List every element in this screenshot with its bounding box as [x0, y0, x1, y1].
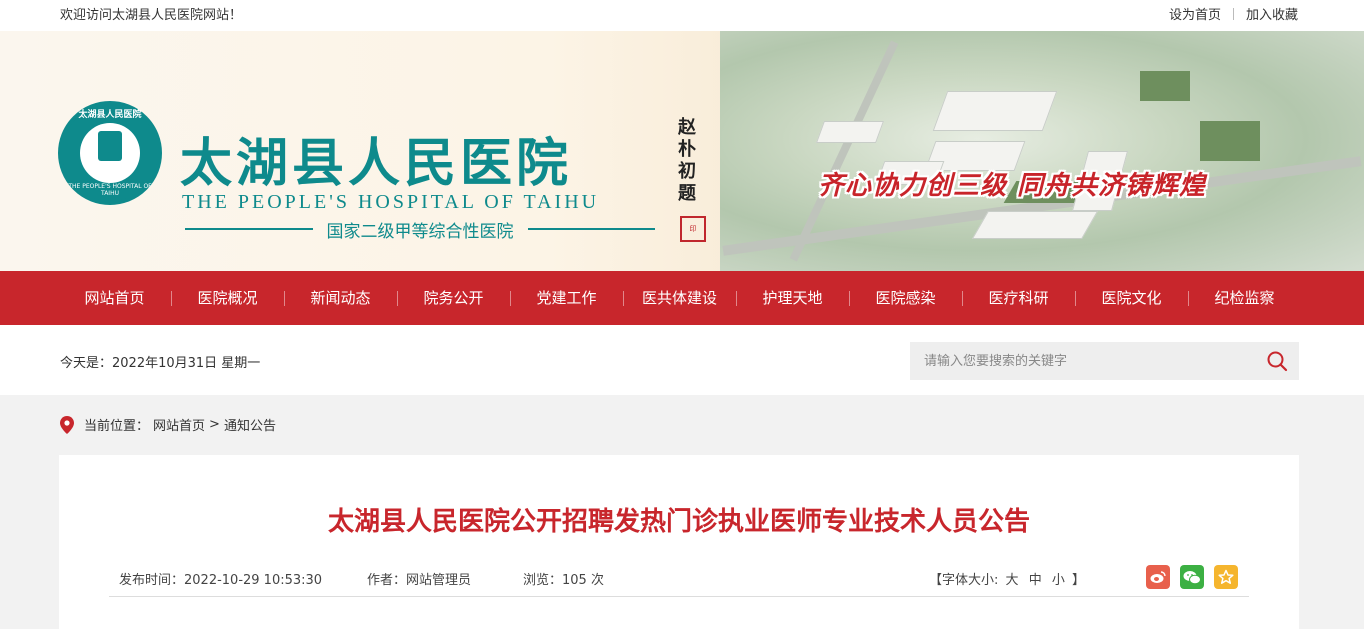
breadcrumb: 当前位置： 网站首页 > 通知公告 — [60, 415, 276, 434]
hospital-logo[interactable]: 太湖县人民医院 THE PEOPLE'S HOSPITAL OF TAIHU — [58, 101, 162, 205]
nav-item-overview[interactable]: 医院概况 — [171, 271, 284, 325]
add-favorite-link[interactable]: 加入收藏 — [1246, 4, 1298, 23]
font-size-medium[interactable]: 中 — [1029, 573, 1042, 588]
breadcrumb-label: 当前位置： — [84, 419, 150, 434]
nav-item-news[interactable]: 新闻动态 — [284, 271, 397, 325]
breadcrumb-home[interactable]: 网站首页 — [153, 415, 205, 434]
seal-stamp-icon: 印 — [680, 216, 706, 242]
star-icon — [1218, 569, 1234, 584]
content-area: 当前位置： 网站首页 > 通知公告 太湖县人民医院公开招聘发热门诊执业医师专业技… — [0, 395, 1364, 629]
logo-ring-text: 太湖县人民医院 — [78, 110, 142, 120]
publish-time: 发布时间：2022-10-29 10:53:30 — [119, 573, 323, 588]
font-size-control: 【字体大小: 大 中 小 】 — [929, 569, 1085, 588]
calligraphy-inscription: 赵朴初题 — [678, 117, 696, 204]
medical-cross-icon — [98, 131, 122, 161]
main-nav: 网站首页 医院概况 新闻动态 院务公开 党建工作 医共体建设 护理天地 医院感染… — [0, 271, 1364, 325]
breadcrumb-sep: > — [209, 417, 220, 432]
info-bar: 今天是：2022年10月31日 星期一 — [0, 325, 1364, 395]
font-size-small[interactable]: 小 — [1052, 573, 1065, 588]
header-banner: 太湖县人民医院 THE PEOPLE'S HOSPITAL OF TAIHU 太… — [0, 31, 1364, 271]
nav-item-discipline[interactable]: 纪检监察 — [1188, 271, 1301, 325]
nav-item-home[interactable]: 网站首页 — [58, 271, 171, 325]
wechat-icon — [1183, 570, 1201, 584]
hospital-aerial-image — [720, 31, 1364, 271]
divider — [527, 228, 655, 230]
top-links: 设为首页 加入收藏 — [1169, 4, 1298, 23]
search-icon — [1267, 351, 1288, 372]
current-date: 今天是：2022年10月31日 星期一 — [60, 356, 261, 371]
divider — [1232, 7, 1234, 20]
hospital-name-cn: 太湖县人民医院 — [180, 133, 573, 194]
article-meta: 发布时间：2022-10-29 10:53:30 作者：网站管理员 浏览：105… — [109, 557, 1249, 597]
set-home-link[interactable]: 设为首页 — [1169, 4, 1221, 23]
favorite-button[interactable] — [1214, 565, 1238, 589]
nav-item-infection[interactable]: 医院感染 — [849, 271, 962, 325]
nav-item-culture[interactable]: 医院文化 — [1075, 271, 1188, 325]
nav-item-community[interactable]: 医共体建设 — [623, 271, 736, 325]
share-wechat-button[interactable] — [1180, 565, 1204, 589]
nav-item-affairs[interactable]: 院务公开 — [397, 271, 510, 325]
top-bar: 欢迎访问太湖县人民医院网站！ 设为首页 加入收藏 — [0, 0, 1364, 31]
nav-item-research[interactable]: 医疗科研 — [962, 271, 1075, 325]
search-box — [910, 342, 1299, 380]
share-weibo-button[interactable] — [1146, 565, 1170, 589]
divider — [185, 228, 313, 230]
breadcrumb-current[interactable]: 通知公告 — [224, 415, 276, 434]
font-size-large[interactable]: 大 — [1006, 573, 1019, 588]
hospital-level: 国家二级甲等综合性医院 — [185, 217, 655, 242]
font-size-label: 【字体大小: — [929, 573, 999, 588]
article-title: 太湖县人民医院公开招聘发热门诊执业医师专业技术人员公告 — [327, 507, 1030, 537]
nav-item-nursing[interactable]: 护理天地 — [736, 271, 849, 325]
logo-ring-en: THE PEOPLE'S HOSPITAL OF TAIHU — [68, 183, 152, 197]
font-size-end: 】 — [1072, 573, 1086, 588]
author: 作者：网站管理员 — [367, 573, 472, 588]
search-input[interactable] — [910, 342, 1250, 380]
search-button[interactable] — [1255, 342, 1299, 380]
nav-item-party[interactable]: 党建工作 — [510, 271, 623, 325]
hospital-name-en: THE PEOPLE'S HOSPITAL OF TAIHU — [182, 191, 600, 213]
slogan: 齐心协力创三级 同舟共济铸辉煌 — [818, 171, 1207, 201]
hospital-level-text: 国家二级甲等综合性医院 — [326, 221, 514, 242]
welcome-text: 欢迎访问太湖县人民医院网站！ — [60, 8, 243, 23]
view-count: 浏览：105 次 — [523, 573, 604, 588]
weibo-icon — [1150, 571, 1166, 583]
location-pin-icon — [60, 415, 74, 434]
article-panel: 太湖县人民医院公开招聘发热门诊执业医师专业技术人员公告 发布时间：2022-10… — [59, 455, 1299, 629]
